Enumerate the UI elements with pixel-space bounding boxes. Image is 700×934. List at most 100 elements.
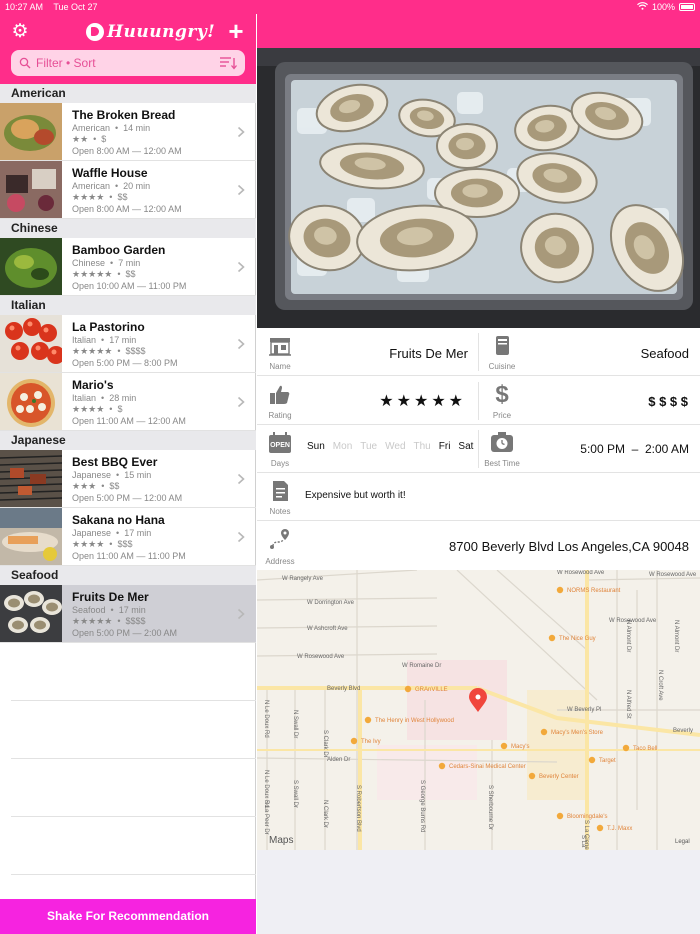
rating-price: ★★★★★ • $$$$ bbox=[72, 346, 146, 356]
best-time-cell[interactable]: Best Time 5:00 PM – 2:00 AM bbox=[479, 425, 700, 473]
filter-sort-bar[interactable]: Filter • Sort bbox=[11, 50, 245, 76]
star-rating: ★★★★ bbox=[72, 404, 105, 414]
section-header: Chinese bbox=[0, 219, 256, 238]
map-street-label: S Sherbourne Dr bbox=[487, 785, 493, 830]
cuisine-text: American bbox=[72, 181, 111, 191]
restaurant-name: Sakana no Hana bbox=[72, 513, 165, 527]
restaurant-thumbnail bbox=[0, 373, 62, 430]
cuisine-text: Japanese bbox=[72, 528, 112, 538]
notes-document-icon bbox=[267, 478, 293, 504]
detail-row-notes[interactable]: Notes Expensive but worth it! bbox=[257, 473, 700, 521]
restaurant-row[interactable]: Bamboo Garden Chinese • 7 min ★★★★★ • $$ Open 1… bbox=[0, 238, 256, 296]
map-poi-label: Cedars-Sinai Medical Center bbox=[449, 764, 526, 770]
restaurant-meta: Italian • 17 min bbox=[72, 335, 137, 345]
star-rating: ★★★★★ bbox=[72, 346, 113, 356]
map-poi-marker bbox=[404, 685, 412, 693]
restaurant-name: La Pastorino bbox=[72, 320, 145, 334]
restaurant-name: Mario's bbox=[72, 378, 114, 392]
add-restaurant-button[interactable]: + bbox=[226, 18, 246, 44]
map-poi-marker bbox=[500, 742, 508, 750]
day-wed: Wed bbox=[385, 441, 406, 452]
price-level: $ bbox=[117, 404, 123, 414]
day-tue: Tue bbox=[360, 441, 378, 452]
day-mon: Mon bbox=[332, 441, 353, 452]
svg-text:OPEN: OPEN bbox=[270, 442, 290, 449]
map-poi-marker bbox=[528, 772, 536, 780]
restaurant-row[interactable]: Best BBQ Ever Japanese • 15 min ★★★ • $$ Open 5… bbox=[0, 450, 256, 508]
svg-text:Legal: Legal bbox=[675, 839, 690, 845]
days-cell[interactable]: OPEN Days Sun Mon Tue Wed Thu Fri Sat bbox=[257, 425, 478, 473]
travel-time: 15 min bbox=[124, 470, 152, 480]
rating-price: ★★★★ • $ bbox=[72, 404, 123, 414]
thumbs-up-icon bbox=[267, 382, 293, 408]
cuisine-text: Seafood bbox=[72, 605, 106, 615]
map-poi-marker bbox=[548, 634, 556, 642]
shake-recommendation-button[interactable]: Shake For Recommendation bbox=[0, 899, 256, 934]
app-logo: Huuungry! bbox=[86, 19, 215, 45]
battery-percent: 100% bbox=[651, 2, 675, 12]
restaurant-list-pane: ⚙ Huuungry! + Filter • Sort American The … bbox=[0, 0, 256, 934]
map-street-label: W Ashcroft Ave bbox=[307, 626, 348, 632]
day-sun: Sun bbox=[307, 441, 325, 452]
best-time-label: Best Time bbox=[484, 459, 520, 468]
map-street-label: Alden Dr bbox=[327, 757, 350, 763]
rating-cell[interactable]: Rating ★★★★★ bbox=[257, 377, 478, 425]
detail-row-address[interactable]: Address 8700 Beverly Blvd Los Angeles,CA… bbox=[257, 521, 700, 569]
restaurant-row[interactable]: Waffle House American • 20 min ★★★★ • $$ Open 8… bbox=[0, 161, 256, 219]
chevron-right-icon bbox=[237, 530, 245, 543]
restaurant-info: Mario's Italian • 28 min ★★★★ • $ Open 11:00 AM… bbox=[72, 378, 232, 427]
star-rating: ★★★★ bbox=[72, 539, 105, 549]
gear-icon[interactable]: ⚙ bbox=[10, 22, 30, 42]
rating-price: ★★★★ • $$ bbox=[72, 192, 128, 202]
chevron-right-icon bbox=[237, 607, 245, 620]
restaurant-row[interactable]: Sakana no Hana Japanese • 17 min ★★★★ • $$$ Ope… bbox=[0, 508, 256, 566]
name-cell[interactable]: Name Fruits De Mer bbox=[257, 328, 478, 376]
rating-price: ★★★★ • $$$ bbox=[72, 539, 133, 549]
location-map[interactable]: W Rangely Ave W Dorrington Ave W Ashcroft … bbox=[257, 570, 700, 850]
app-title: Huuungry! bbox=[107, 22, 216, 42]
rating-stars: ★★★★★ bbox=[379, 393, 466, 410]
detail-row-name: Name Fruits De Mer Cuisine Seafood bbox=[257, 328, 700, 376]
map-street-label: W Dorrington Ave bbox=[307, 600, 355, 606]
star-rating: ★★ bbox=[72, 134, 89, 144]
restaurant-info: Waffle House American • 20 min ★★★★ • $$ Open 8… bbox=[72, 166, 232, 215]
map-street-label: W Romaine Dr bbox=[402, 663, 441, 669]
cuisine-cell[interactable]: Cuisine Seafood bbox=[479, 328, 700, 376]
restaurant-name: Best BBQ Ever bbox=[72, 455, 158, 469]
price-level: $$$$ bbox=[125, 616, 146, 626]
opening-hours: Open 8:00 AM — 12:00 AM bbox=[72, 204, 182, 214]
right-navbar bbox=[257, 14, 700, 48]
restaurant-info: Sakana no Hana Japanese • 17 min ★★★★ • $$$ Ope… bbox=[72, 513, 232, 562]
chevron-right-icon bbox=[237, 183, 245, 196]
restaurant-meta: American • 14 min bbox=[72, 123, 151, 133]
restaurant-row[interactable]: La Pastorino Italian • 17 min ★★★★★ • $$$$ Open… bbox=[0, 315, 256, 373]
rating-price: ★★★ • $$ bbox=[72, 481, 120, 491]
map-poi-marker bbox=[438, 762, 446, 770]
restaurant-row[interactable]: The Broken Bread American • 14 min ★★ • $ Open … bbox=[0, 103, 256, 161]
restaurant-storefront-icon bbox=[267, 333, 293, 359]
map-street-label: N Croft Ave bbox=[657, 670, 663, 701]
price-level: $$$ bbox=[117, 539, 133, 549]
restaurant-row[interactable]: Fruits De Mer Seafood • 17 min ★★★★★ • $$$$ Ope… bbox=[0, 585, 256, 643]
price-level: $$ bbox=[117, 192, 128, 202]
map-street-label: W Rosewood Ave bbox=[609, 618, 657, 624]
section-header: American bbox=[0, 84, 256, 103]
restaurant-list: American The Broken Bread American • 14 min ★… bbox=[0, 84, 256, 875]
restaurant-name: The Broken Bread bbox=[72, 108, 176, 122]
cuisine-text: Italian bbox=[72, 335, 97, 345]
restaurant-thumbnail bbox=[0, 585, 62, 642]
restaurant-row[interactable]: Mario's Italian • 28 min ★★★★ • $ Open 11:00 AM… bbox=[0, 373, 256, 431]
restaurant-meta: Seafood • 17 min bbox=[72, 605, 146, 615]
map-street-label: Beverly Blvd bbox=[327, 686, 360, 692]
sort-icon[interactable] bbox=[219, 56, 237, 70]
map-poi-label: NORMS Restaurant bbox=[567, 588, 621, 594]
dollar-icon: $ bbox=[495, 381, 509, 408]
day-fri: Fri bbox=[438, 441, 451, 452]
cuisine-text: Japanese bbox=[72, 470, 112, 480]
restaurant-thumbnail bbox=[0, 161, 62, 218]
price-level: $$ bbox=[109, 481, 120, 491]
app-root: 10:27 AM Tue Oct 27 100% ⚙ Huuungry! + F… bbox=[0, 0, 700, 934]
status-bar: 10:27 AM Tue Oct 27 100% bbox=[0, 0, 700, 14]
rating-price: ★★★★★ • $$ bbox=[72, 269, 136, 279]
price-cell[interactable]: $ Price $ $ $ $ bbox=[479, 377, 700, 425]
